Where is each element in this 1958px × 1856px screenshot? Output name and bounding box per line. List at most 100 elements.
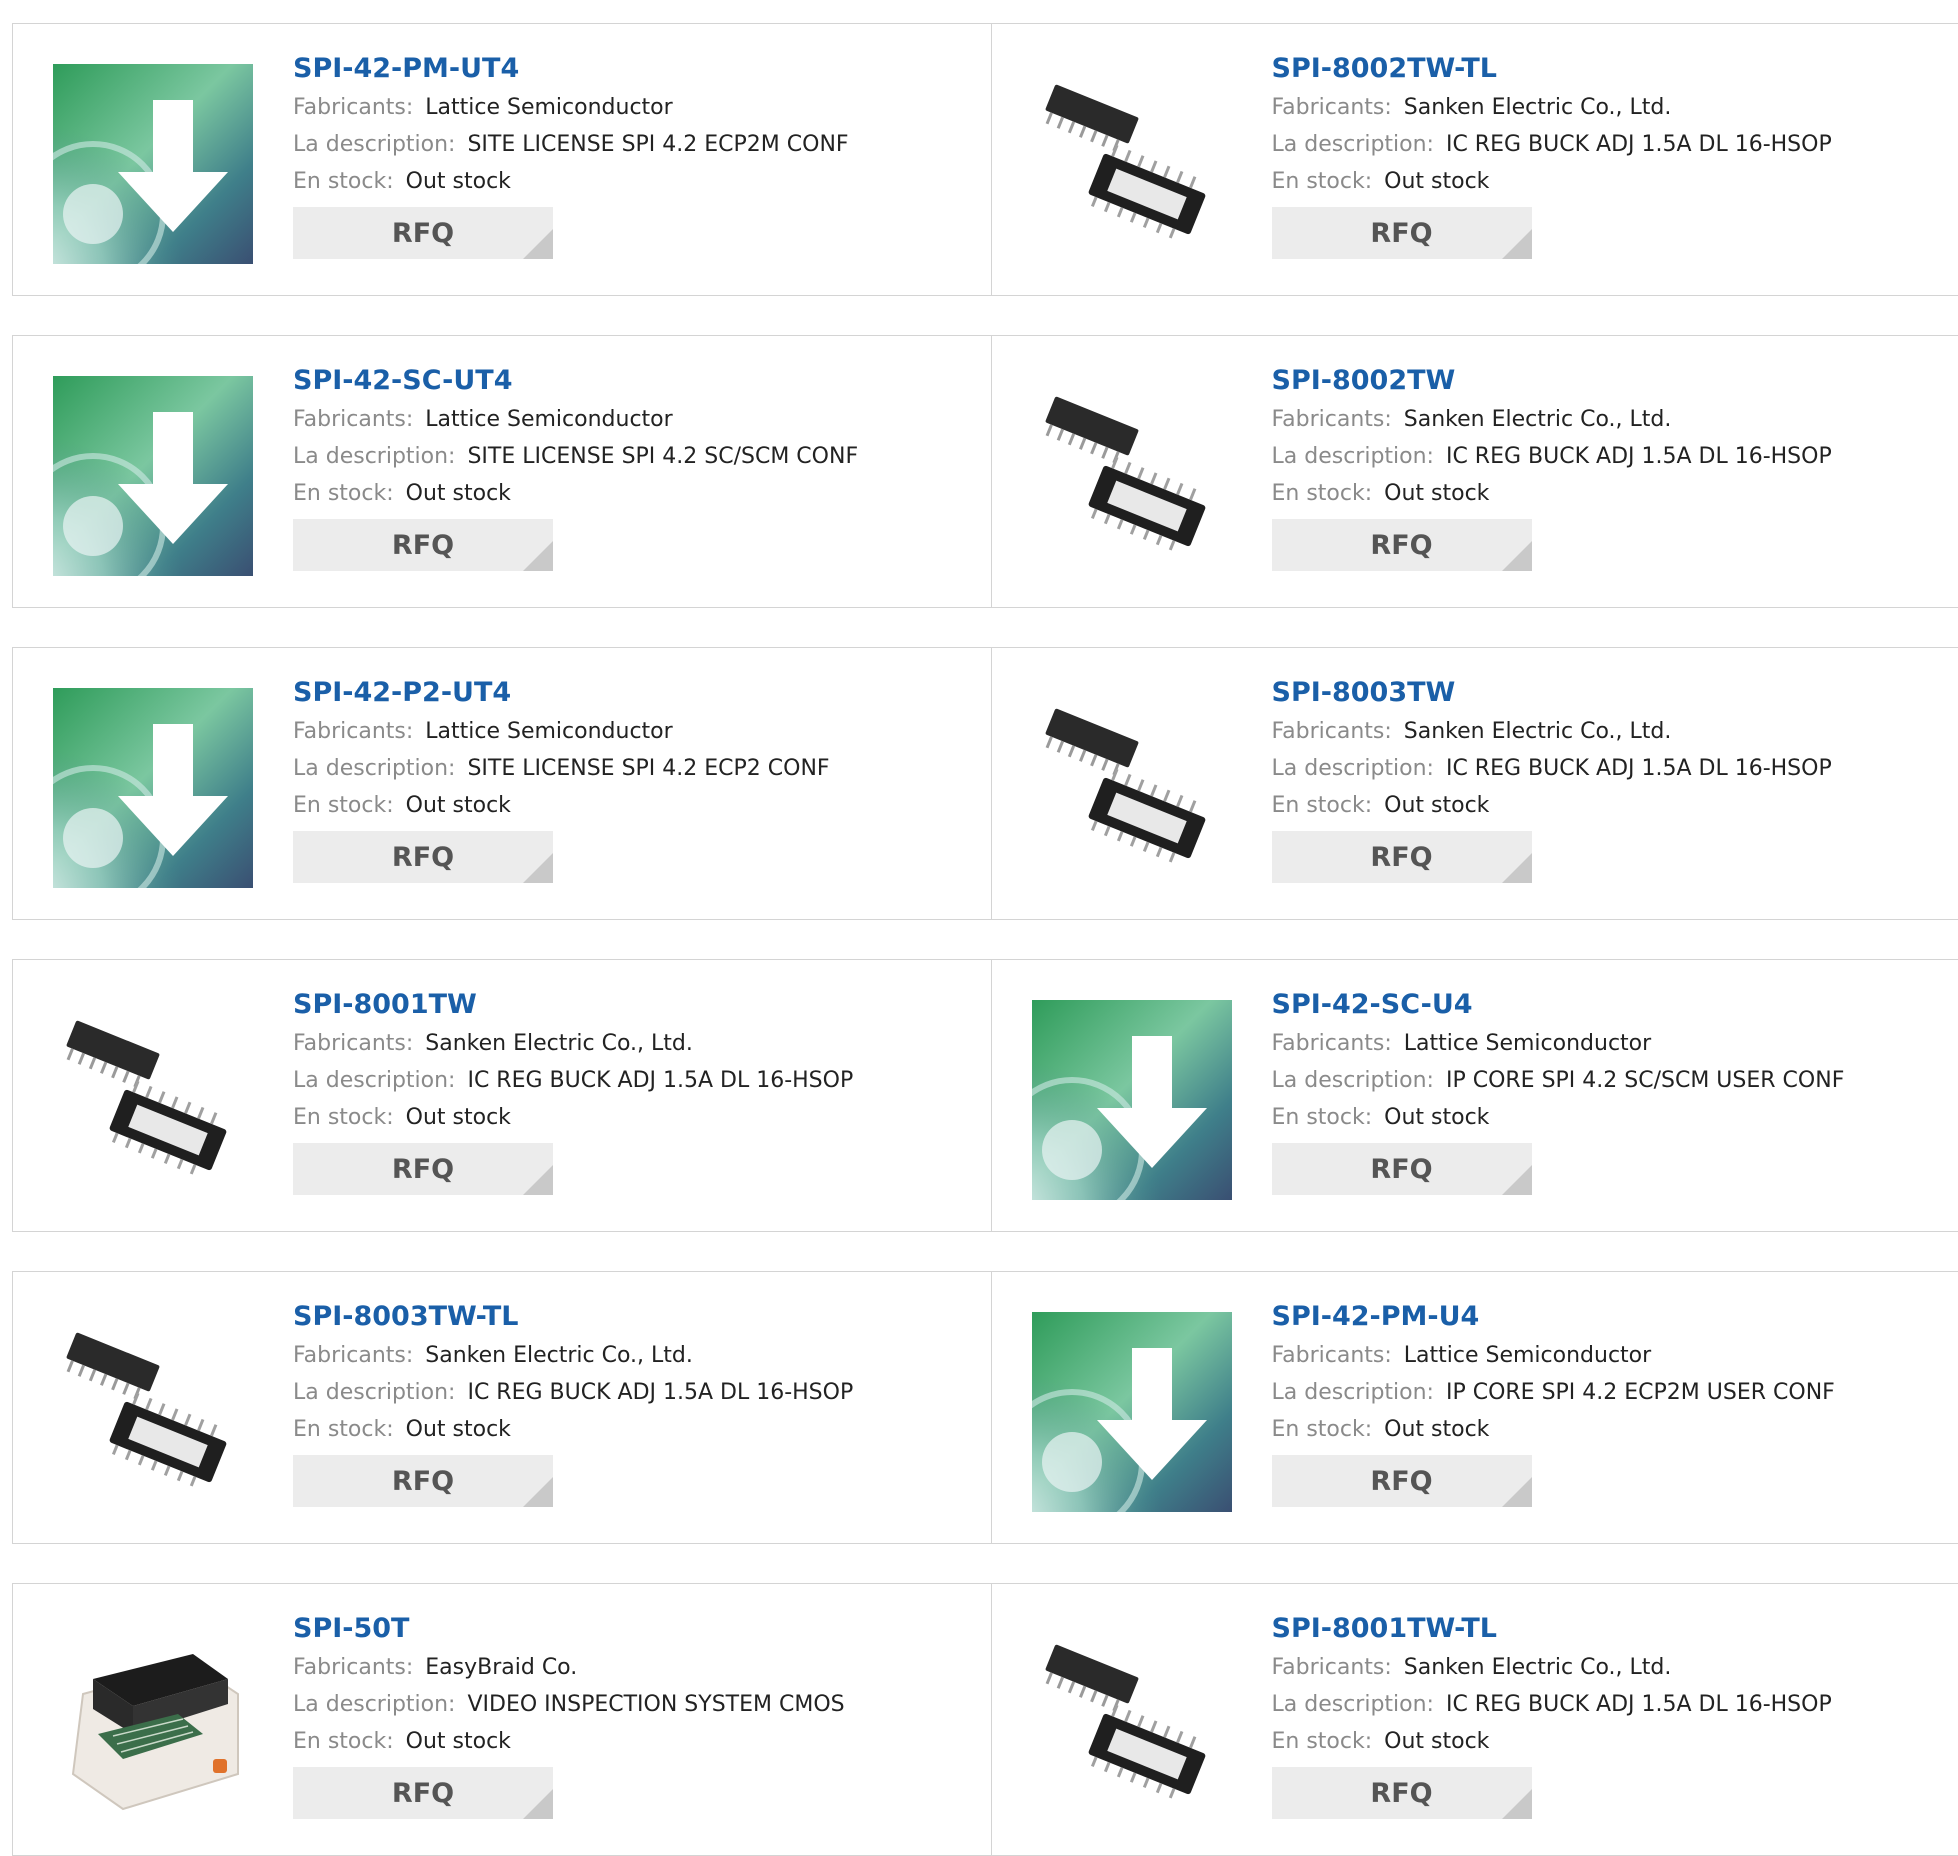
software-download-disc-icon[interactable] [1032, 1000, 1232, 1200]
manufacturer-line: Fabricants:Lattice Semiconductor [1272, 1337, 1835, 1374]
rfq-button[interactable]: RFQ [293, 519, 553, 571]
manufacturer-label: Fabricants: [293, 95, 413, 120]
stock-label: En stock: [293, 793, 394, 818]
product-info: SPI-8002TW Fabricants:Sanken Electric Co… [1272, 363, 1832, 571]
part-number-link[interactable]: SPI-8001TW [293, 987, 853, 1025]
stock-value: Out stock [1384, 169, 1489, 194]
rfq-button[interactable]: RFQ [293, 1143, 553, 1195]
product-card: SPI-8001TW Fabricants:Sanken Electric Co… [13, 960, 991, 1231]
stock-label: En stock: [1272, 793, 1373, 818]
ic-chip-package-icon[interactable] [1032, 64, 1232, 264]
product-info: SPI-42-SC-U4 Fabricants:Lattice Semicond… [1272, 987, 1845, 1195]
product-info: SPI-42-P2-UT4 Fabricants:Lattice Semicon… [293, 675, 830, 883]
manufacturer-line: Fabricants:Lattice Semiconductor [293, 89, 849, 126]
ic-chip-package-icon[interactable] [53, 1312, 253, 1512]
ic-chip-package-icon-graphic [1032, 688, 1232, 888]
product-info: SPI-8002TW-TL Fabricants:Sanken Electric… [1272, 51, 1832, 259]
manufacturer-label: Fabricants: [293, 719, 413, 744]
manufacturer-value: Lattice Semiconductor [425, 407, 672, 432]
description-label: La description: [293, 444, 455, 469]
rfq-button[interactable]: RFQ [293, 1767, 553, 1819]
part-number-link[interactable]: SPI-50T [293, 1611, 845, 1649]
description-line: La description:SITE LICENSE SPI 4.2 ECP2… [293, 126, 849, 163]
product-info: SPI-8003TW-TL Fabricants:Sanken Electric… [293, 1299, 853, 1507]
description-line: La description:SITE LICENSE SPI 4.2 ECP2… [293, 750, 830, 787]
software-download-disc-icon[interactable] [53, 688, 253, 888]
ic-chip-package-icon-graphic [53, 1000, 253, 1200]
part-number-link[interactable]: SPI-42-PM-UT4 [293, 51, 849, 89]
software-download-disc-icon[interactable] [1032, 1312, 1232, 1512]
rfq-button[interactable]: RFQ [1272, 831, 1532, 883]
part-number-link[interactable]: SPI-42-PM-U4 [1272, 1299, 1835, 1337]
product-row: SPI-42-PM-UT4 Fabricants:Lattice Semicon… [12, 23, 1958, 296]
description-value: IC REG BUCK ADJ 1.5A DL 16-HSOP [467, 1380, 853, 1405]
ic-chip-package-icon[interactable] [1032, 1624, 1232, 1824]
rfq-button[interactable]: RFQ [293, 1455, 553, 1507]
stock-label: En stock: [293, 1105, 394, 1130]
manufacturer-label: Fabricants: [1272, 407, 1392, 432]
software-download-disc-icon[interactable] [53, 376, 253, 576]
description-line: La description:IC REG BUCK ADJ 1.5A DL 1… [1272, 126, 1832, 163]
manufacturer-label: Fabricants: [1272, 719, 1392, 744]
rfq-button[interactable]: RFQ [1272, 519, 1532, 571]
manufacturer-label: Fabricants: [1272, 1655, 1392, 1680]
rfq-button[interactable]: RFQ [293, 831, 553, 883]
description-line: La description:SITE LICENSE SPI 4.2 SC/S… [293, 438, 858, 475]
software-download-disc-icon[interactable] [53, 64, 253, 264]
description-line: La description:IC REG BUCK ADJ 1.5A DL 1… [293, 1062, 853, 1099]
software-download-disc-icon-graphic [53, 688, 253, 888]
description-value: VIDEO INSPECTION SYSTEM CMOS [467, 1692, 844, 1717]
product-card: SPI-8002TW Fabricants:Sanken Electric Co… [991, 336, 1958, 607]
inspection-machine-icon[interactable] [53, 1624, 253, 1824]
rfq-button[interactable]: RFQ [1272, 1143, 1532, 1195]
part-number-link[interactable]: SPI-42-SC-UT4 [293, 363, 858, 401]
product-info: SPI-8001TW Fabricants:Sanken Electric Co… [293, 987, 853, 1195]
description-line: La description:IC REG BUCK ADJ 1.5A DL 1… [1272, 438, 1832, 475]
description-label: La description: [1272, 1380, 1434, 1405]
rfq-button[interactable]: RFQ [1272, 1767, 1532, 1819]
stock-label: En stock: [1272, 481, 1373, 506]
stock-label: En stock: [293, 169, 394, 194]
stock-line: En stock:Out stock [1272, 163, 1832, 200]
description-label: La description: [293, 1068, 455, 1093]
rfq-button[interactable]: RFQ [1272, 1455, 1532, 1507]
manufacturer-label: Fabricants: [293, 1655, 413, 1680]
ic-chip-package-icon[interactable] [53, 1000, 253, 1200]
description-label: La description: [1272, 132, 1434, 157]
manufacturer-label: Fabricants: [1272, 1031, 1392, 1056]
part-number-link[interactable]: SPI-8003TW-TL [293, 1299, 853, 1337]
manufacturer-line: Fabricants:Sanken Electric Co., Ltd. [1272, 1649, 1832, 1686]
description-label: La description: [293, 132, 455, 157]
ic-chip-package-icon[interactable] [1032, 688, 1232, 888]
part-number-link[interactable]: SPI-42-P2-UT4 [293, 675, 830, 713]
ic-chip-package-icon-graphic [53, 1312, 253, 1512]
manufacturer-value: Sanken Electric Co., Ltd. [1404, 95, 1672, 120]
stock-value: Out stock [406, 481, 511, 506]
software-download-disc-icon-graphic [53, 64, 253, 264]
part-number-link[interactable]: SPI-8002TW-TL [1272, 51, 1832, 89]
stock-value: Out stock [406, 1729, 511, 1754]
stock-line: En stock:Out stock [1272, 475, 1832, 512]
description-line: La description: IP CORE SPI 4.2 SC/SCM US… [1272, 1062, 1845, 1099]
product-card: SPI-42-SC-UT4 Fabricants:Lattice Semicon… [13, 336, 991, 607]
product-row: SPI-8003TW-TL Fabricants:Sanken Electric… [12, 1271, 1958, 1544]
description-label: La description: [1272, 1068, 1434, 1093]
stock-line: En stock:Out stock [293, 1099, 853, 1136]
part-number-link[interactable]: SPI-8002TW [1272, 363, 1832, 401]
stock-value: Out stock [1384, 793, 1489, 818]
part-number-link[interactable]: SPI-42-SC-U4 [1272, 987, 1845, 1025]
manufacturer-line: Fabricants:Lattice Semiconductor [1272, 1025, 1845, 1062]
part-number-link[interactable]: SPI-8001TW-TL [1272, 1611, 1832, 1649]
rfq-button[interactable]: RFQ [293, 207, 553, 259]
manufacturer-line: Fabricants:Sanken Electric Co., Ltd. [293, 1337, 853, 1374]
ic-chip-package-icon[interactable] [1032, 376, 1232, 576]
description-label: La description: [293, 1692, 455, 1717]
part-number-link[interactable]: SPI-8003TW [1272, 675, 1832, 713]
description-value: IP CORE SPI 4.2 SC/SCM USER CONF [1446, 1068, 1844, 1093]
description-label: La description: [1272, 1692, 1434, 1717]
rfq-button[interactable]: RFQ [1272, 207, 1532, 259]
product-info: SPI-8001TW-TL Fabricants:Sanken Electric… [1272, 1611, 1832, 1819]
description-value: IC REG BUCK ADJ 1.5A DL 16-HSOP [1446, 444, 1832, 469]
product-info: SPI-8003TW Fabricants:Sanken Electric Co… [1272, 675, 1832, 883]
stock-value: Out stock [406, 1417, 511, 1442]
